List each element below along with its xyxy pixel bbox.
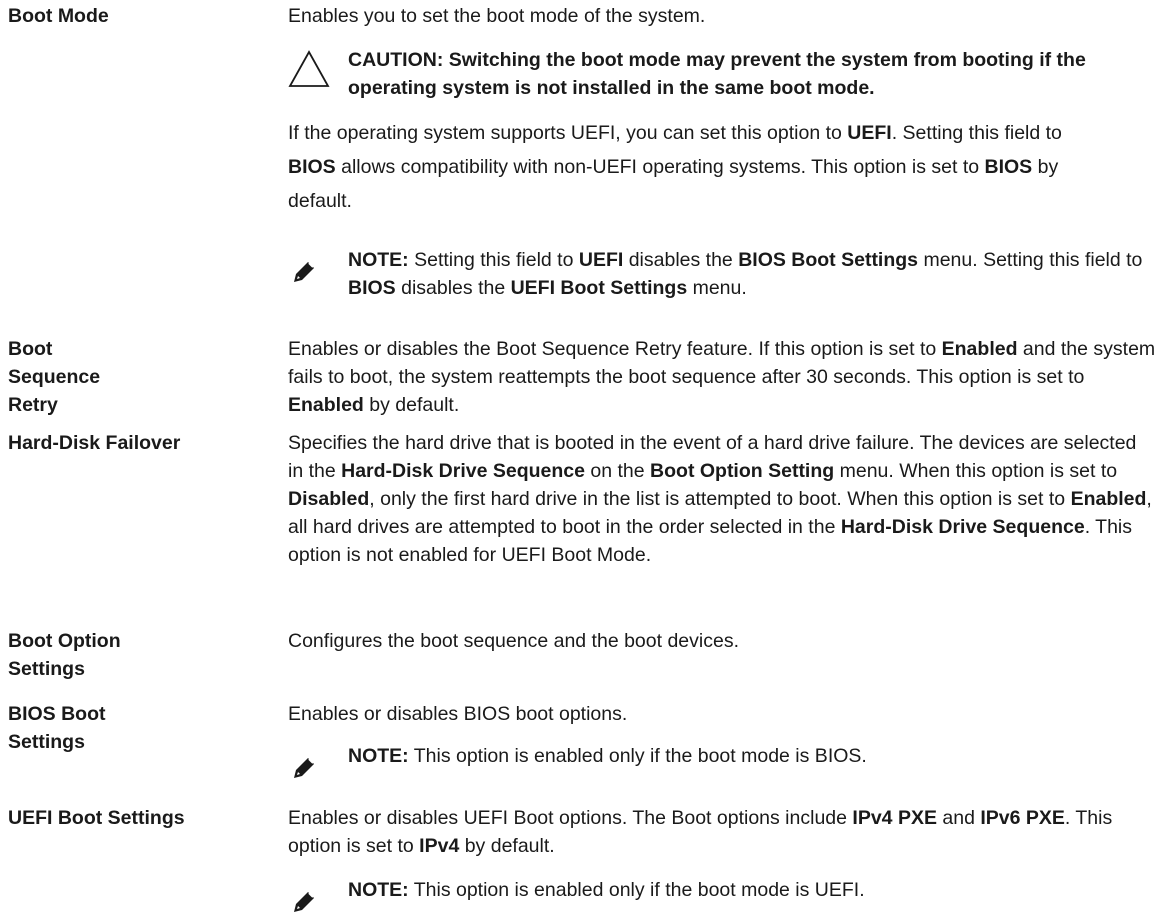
note-block: NOTE: This option is enabled only if the… (288, 742, 1158, 782)
emphasis-text: BIOS (288, 156, 336, 178)
plain-text: This option is enabled only if the boot … (408, 745, 867, 767)
description-text: Enables or disables UEFI Boot options. T… (288, 804, 1156, 860)
plain-text: by default. (363, 394, 460, 416)
note-text: NOTE: This option is enabled only if the… (348, 742, 1158, 770)
plain-text: If the operating system supports UEFI, y… (288, 122, 848, 144)
note-body: Setting this field to UEFI disables the … (348, 249, 1142, 299)
emphasis-text: IPv4 PXE (852, 807, 937, 829)
emphasis-text: UEFI (847, 122, 892, 144)
plain-text: Setting this field to (408, 249, 579, 271)
plain-text: disables the (395, 277, 511, 299)
note-block: NOTE: This option is enabled only if the… (288, 876, 1158, 916)
pencil-note-icon (294, 262, 314, 282)
plain-text: , only the first hard drive in the list … (369, 488, 1071, 510)
emphasis-text: Enabled (941, 338, 1018, 360)
plain-text: Enables or disables UEFI Boot options. T… (288, 807, 853, 829)
description-bios-boot-settings: Enables or disables BIOS boot options. N… (288, 700, 1156, 778)
term-boot-option-settings: Boot Option Settings (8, 630, 121, 680)
note-label: NOTE: (348, 745, 409, 767)
plain-text: Enables or disables BIOS boot options. (288, 703, 628, 725)
pencil-note-icon (294, 758, 314, 778)
emphasis-text: Enabled (288, 394, 364, 416)
emphasis-text: Hard-Disk Drive Sequence (840, 516, 1085, 538)
emphasis-text: BIOS (348, 277, 396, 299)
term-uefi-boot-settings: UEFI Boot Settings (8, 807, 185, 829)
emphasis-text: UEFI (578, 249, 624, 271)
plain-text: Enables you to set the boot mode of the … (288, 5, 706, 27)
emphasis-text: BIOS (984, 156, 1033, 178)
note-label: NOTE: (348, 879, 409, 901)
note-body: This option is enabled only if the boot … (409, 879, 865, 901)
caution-text: CAUTION: Switching the boot mode may pre… (348, 49, 1086, 99)
description-text: Configures the boot sequence and the boo… (288, 627, 1156, 655)
plain-text: and (936, 807, 981, 829)
note-block: NOTE: Setting this field to UEFI disable… (288, 246, 1158, 306)
term-boot-sequence-retry: Boot Sequence Retry (8, 338, 101, 416)
term-boot-mode: Boot Mode (8, 5, 109, 27)
term-bios-boot-settings: BIOS Boot Settings (8, 703, 106, 753)
plain-text: on the (584, 460, 651, 482)
plain-text: disables the (623, 249, 739, 271)
term-hard-disk-failover: Hard-Disk Failover (8, 432, 181, 454)
description-text: Specifies the hard drive that is booted … (288, 429, 1156, 569)
emphasis-text: BIOS Boot Settings (738, 249, 919, 271)
description-boot-mode: Enables you to set the boot mode of the … (288, 2, 1156, 299)
description-extra-text: If the operating system supports UEFI, y… (288, 116, 1108, 218)
emphasis-text: UEFI Boot Settings (510, 277, 688, 299)
plain-text: menu. Setting this field to (918, 249, 1143, 271)
emphasis-text: Disabled (288, 488, 370, 510)
emphasis-text: Boot Option Setting (650, 460, 835, 482)
note-body: This option is enabled only if the boot … (409, 745, 867, 767)
description-text: Enables you to set the boot mode of the … (288, 2, 1156, 30)
plain-text: . Setting this field to (891, 122, 1062, 144)
emphasis-text: IPv4 (419, 835, 460, 857)
description-text: Enables or disables BIOS boot options. (288, 700, 1156, 728)
emphasis-text: Hard-Disk Drive Sequence (341, 460, 585, 482)
emphasis-text: Enabled (1070, 488, 1147, 510)
note-text: NOTE: This option is enabled only if the… (348, 876, 1158, 904)
description-text: Enables or disables the Boot Sequence Re… (288, 335, 1156, 419)
plain-text: Enables or disables the Boot Sequence Re… (288, 338, 942, 360)
plain-text: by default. (459, 835, 555, 857)
plain-text: This option is enabled only if the boot … (408, 879, 865, 901)
caution-block: CAUTION: Switching the boot mode may pre… (288, 46, 1158, 106)
plain-text: allows compatibility with non-UEFI opera… (335, 156, 985, 178)
emphasis-text: IPv6 PXE (980, 807, 1065, 829)
note-text: NOTE: Setting this field to UEFI disable… (348, 246, 1158, 302)
caution-triangle-icon (288, 50, 330, 87)
plain-text: menu. When this option is set to (834, 460, 1118, 482)
pencil-note-icon (294, 892, 314, 912)
description-hard-disk-failover: Specifies the hard drive that is booted … (288, 429, 1156, 569)
note-label: NOTE: (348, 249, 409, 271)
description-uefi-boot-settings: Enables or disables UEFI Boot options. T… (288, 804, 1156, 912)
plain-text: Configures the boot sequence and the boo… (288, 630, 739, 652)
plain-text: menu. (687, 277, 747, 299)
description-boot-sequence-retry: Enables or disables the Boot Sequence Re… (288, 335, 1156, 419)
description-boot-option-settings: Configures the boot sequence and the boo… (288, 627, 1156, 655)
